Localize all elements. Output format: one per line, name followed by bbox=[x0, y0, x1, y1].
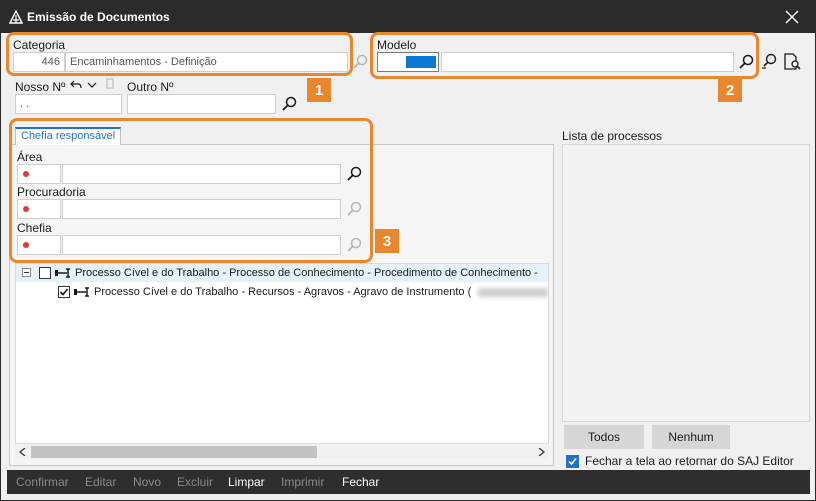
nosso-numero-label: Nosso Nº bbox=[15, 80, 66, 94]
process-link-icon bbox=[55, 268, 70, 278]
close-icon bbox=[785, 10, 799, 24]
process-list[interactable] bbox=[562, 144, 810, 422]
document-preview-icon[interactable] bbox=[782, 52, 802, 72]
process-tree: Processo Cível e do Trabalho - Processo … bbox=[15, 263, 549, 459]
editar-button[interactable]: Editar bbox=[85, 475, 116, 489]
footer-toolbar: Confirmar Editar Novo Excluir Limpar Imp… bbox=[7, 470, 810, 494]
categoria-search-icon[interactable] bbox=[352, 53, 370, 71]
checkmark-icon bbox=[59, 288, 69, 296]
callout-box-1 bbox=[6, 32, 353, 76]
excluir-button[interactable]: Excluir bbox=[177, 475, 213, 489]
window-title: Emissão de Documentos bbox=[27, 10, 170, 24]
title-bar: Emissão de Documentos bbox=[1, 1, 815, 33]
document-emission-window: Emissão de Documentos Categoria 446 Enca… bbox=[0, 0, 816, 501]
redacted-process-number bbox=[478, 288, 548, 297]
numero-search-icon[interactable] bbox=[281, 95, 299, 113]
fechar-button[interactable]: Fechar bbox=[342, 475, 379, 489]
callout-badge-1: 1 bbox=[307, 78, 331, 102]
callout-box-3 bbox=[9, 118, 373, 263]
outro-numero-label: Outro Nº bbox=[127, 80, 174, 94]
process-link-icon bbox=[74, 287, 89, 297]
horizontal-scrollbar[interactable] bbox=[15, 443, 549, 459]
app-logo-icon bbox=[9, 10, 23, 24]
undo-icon[interactable] bbox=[70, 79, 82, 91]
tree-checkbox-checked[interactable] bbox=[58, 286, 70, 298]
todos-button[interactable]: Todos bbox=[564, 425, 644, 449]
scrollbar-thumb[interactable] bbox=[31, 446, 317, 458]
callout-box-2 bbox=[370, 32, 759, 79]
copy-icon[interactable] bbox=[105, 78, 115, 90]
lista-processos-label: Lista de processos bbox=[562, 129, 663, 143]
document-search-icon[interactable] bbox=[760, 52, 778, 72]
outro-numero-field[interactable] bbox=[127, 94, 276, 114]
novo-button[interactable]: Novo bbox=[133, 475, 161, 489]
fechar-tela-label: Fechar a tela ao retornar do SAJ Editor bbox=[585, 454, 794, 468]
tree-checkbox-unchecked[interactable] bbox=[39, 267, 51, 279]
confirmar-button[interactable]: Confirmar bbox=[16, 475, 69, 489]
tree-row-label: Processo Cível e do Trabalho - Processo … bbox=[75, 267, 538, 279]
collapse-icon[interactable] bbox=[22, 268, 31, 277]
nosso-numero-field[interactable]: . . bbox=[15, 94, 122, 114]
limpar-button[interactable]: Limpar bbox=[228, 475, 265, 489]
nenhum-button[interactable]: Nenhum bbox=[652, 425, 730, 449]
callout-badge-3: 3 bbox=[375, 229, 399, 253]
scroll-right-icon[interactable] bbox=[538, 448, 545, 456]
scroll-left-icon[interactable] bbox=[19, 448, 26, 456]
fechar-tela-checkbox[interactable] bbox=[566, 455, 579, 468]
imprimir-button[interactable]: Imprimir bbox=[281, 475, 324, 489]
callout-badge-2: 2 bbox=[718, 78, 742, 102]
tree-row-label: Processo Cível e do Trabalho - Recursos … bbox=[94, 286, 472, 298]
chevron-down-icon[interactable] bbox=[87, 81, 97, 89]
checkmark-icon bbox=[568, 457, 577, 466]
close-button[interactable] bbox=[769, 1, 815, 33]
